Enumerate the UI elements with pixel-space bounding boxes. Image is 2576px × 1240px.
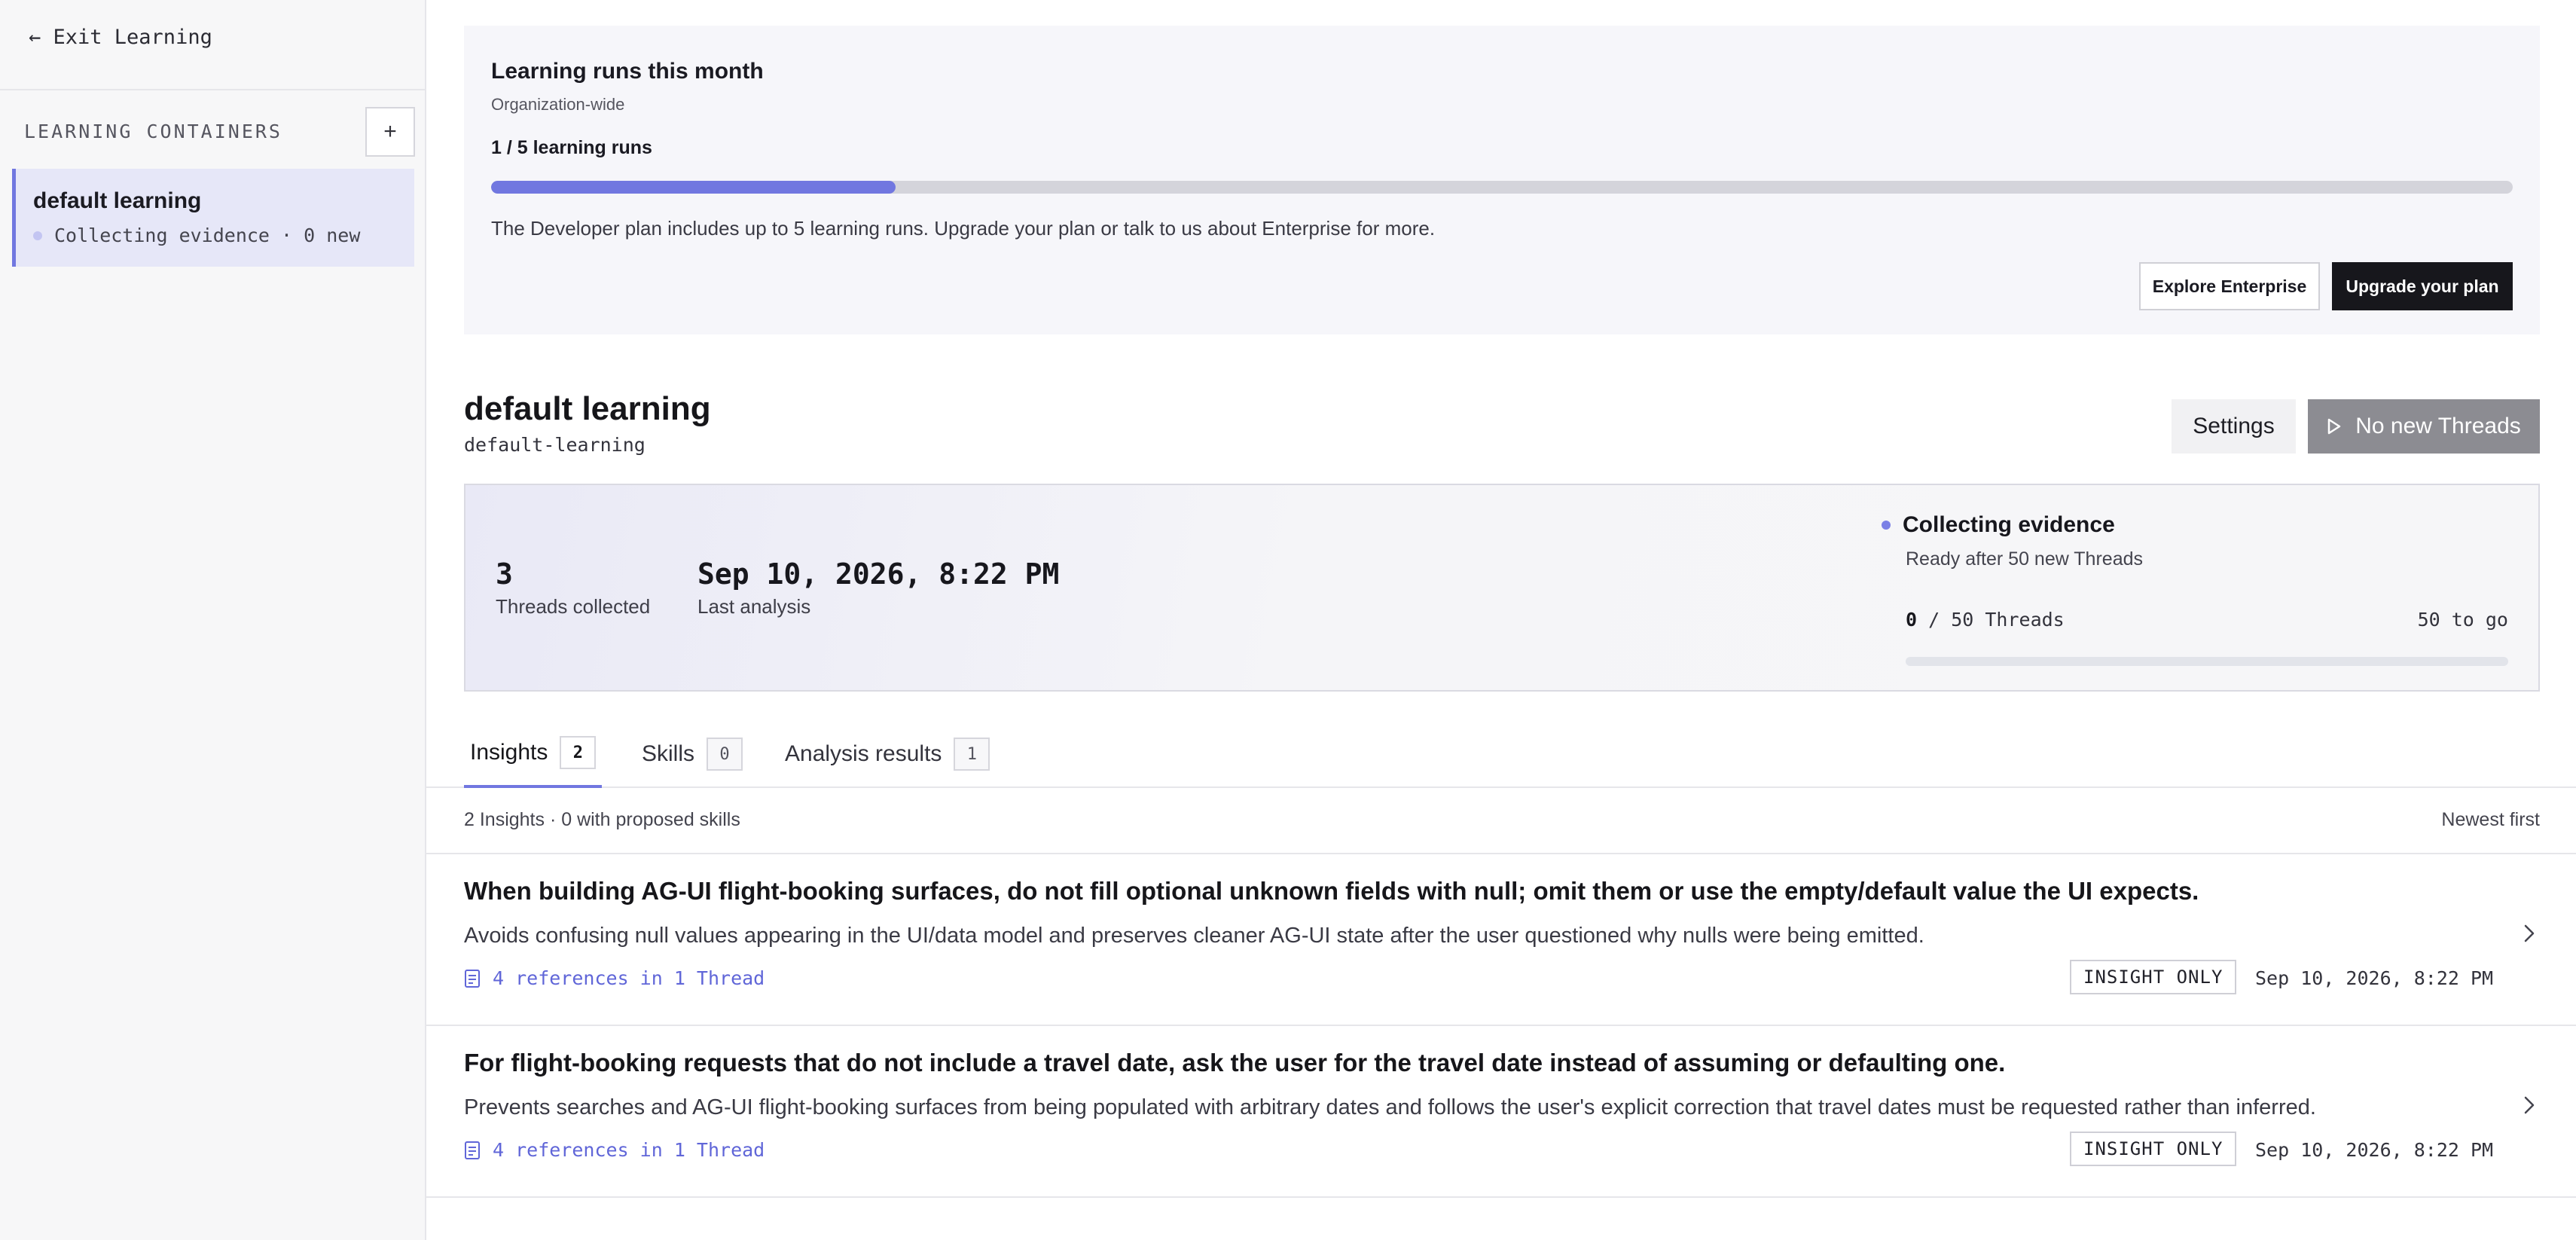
document-icon (465, 1141, 480, 1159)
status-dot-icon (1882, 521, 1891, 530)
run-analysis-label: No new Threads (2355, 414, 2521, 438)
stats-panel: 3 Threads collected Sep 10, 2026, 8:22 P… (464, 484, 2540, 692)
status-dot-icon (33, 231, 42, 240)
learning-runs-progress (491, 181, 2513, 194)
plus-icon: + (383, 119, 397, 144)
sidebar-item-title: default learning (33, 188, 202, 213)
add-container-button[interactable]: + (365, 107, 415, 157)
document-icon (465, 969, 480, 988)
tab-skills-label: Skills (642, 741, 695, 766)
insight-title: When building AG-UI flight-booking surfa… (464, 877, 2199, 905)
insight-references-text: 4 references in 1 Thread (493, 1139, 765, 1161)
settings-button[interactable]: Settings (2172, 399, 2296, 454)
evidence-count: 0 / 50 Threads (1906, 609, 2065, 631)
tab-skills-count: 0 (707, 738, 743, 771)
tabs: Insights 2 Skills 0 Analysis results 1 (426, 720, 2576, 788)
play-icon (2327, 418, 2341, 435)
insight-references-text: 4 references in 1 Thread (493, 967, 765, 989)
container-slug: default-learning (464, 434, 646, 456)
sidebar-item-status: Collecting evidence · 0 new (33, 224, 414, 246)
banner-title: Learning runs this month (491, 59, 764, 84)
learning-runs-progress-fill (491, 181, 896, 194)
threads-collected-label: Threads collected (496, 595, 651, 618)
banner-description: The Developer plan includes up to 5 lear… (491, 217, 1436, 240)
insight-title: For flight-booking requests that do not … (464, 1049, 2006, 1077)
evidence-progress (1906, 657, 2508, 666)
sidebar-item-status-text: Collecting evidence · 0 new (54, 224, 361, 246)
exit-learning-link[interactable]: ← Exit Learning (29, 26, 212, 49)
threads-collected-value: 3 (496, 557, 513, 591)
last-analysis-label: Last analysis (697, 595, 811, 618)
evidence-status-subtitle: Ready after 50 new Threads (1906, 548, 2144, 570)
sidebar: ← Exit Learning LEARNING CONTAINERS + de… (0, 0, 426, 1240)
run-analysis-button[interactable]: No new Threads (2308, 399, 2540, 454)
tab-analysis-results-label: Analysis results (785, 741, 942, 766)
usage-banner: Learning runs this month Organization-wi… (464, 26, 2540, 334)
insight-date: Sep 10, 2026, 8:22 PM (2255, 1139, 2494, 1161)
insight-only-badge: INSIGHT ONLY (2070, 1132, 2237, 1166)
upgrade-plan-button[interactable]: Upgrade your plan (2332, 262, 2513, 310)
insight-references-link[interactable]: 4 references in 1 Thread (464, 967, 765, 989)
sort-dropdown[interactable]: Newest first (2441, 809, 2540, 831)
evidence-status: Collecting evidence (1882, 512, 2115, 538)
last-analysis-value: Sep 10, 2026, 8:22 PM (697, 557, 1060, 591)
evidence-to-go: 50 to go (2417, 609, 2508, 631)
chevron-right-icon (2524, 924, 2535, 942)
insight-description: Avoids confusing null values appearing i… (464, 924, 1924, 948)
tab-insights[interactable]: Insights 2 (464, 720, 603, 788)
insight-references-link[interactable]: 4 references in 1 Thread (464, 1139, 765, 1161)
evidence-total: / 50 Threads (1917, 609, 2065, 631)
tab-insights-count: 2 (560, 736, 597, 769)
explore-enterprise-button[interactable]: Explore Enterprise (2139, 262, 2320, 310)
divider (426, 1196, 2576, 1198)
tab-analysis-results-count: 1 (954, 738, 990, 771)
learning-containers-heading: LEARNING CONTAINERS (24, 121, 282, 142)
tab-insights-label: Insights (470, 740, 548, 765)
insight-date: Sep 10, 2026, 8:22 PM (2255, 967, 2494, 989)
insights-summary: 2 Insights · 0 with proposed skills (464, 809, 740, 830)
insight-description: Prevents searches and AG-UI flight-booki… (464, 1095, 2316, 1119)
banner-subtitle: Organization-wide (491, 95, 625, 114)
tab-skills[interactable]: Skills 0 (642, 720, 743, 788)
sidebar-item-default-learning[interactable]: default learning Collecting evidence · 0… (12, 169, 414, 267)
sidebar-divider (0, 89, 425, 90)
container-title: default learning (464, 390, 711, 427)
tab-analysis-results[interactable]: Analysis results 1 (785, 720, 990, 788)
insight-only-badge: INSIGHT ONLY (2070, 960, 2237, 994)
evidence-status-title: Collecting evidence (1903, 512, 2115, 537)
insight-row[interactable]: When building AG-UI flight-booking surfa… (426, 854, 2576, 1025)
evidence-current: 0 (1906, 609, 1918, 631)
insight-row[interactable]: For flight-booking requests that do not … (426, 1026, 2576, 1196)
chevron-right-icon (2524, 1096, 2535, 1114)
learning-runs-count: 1 / 5 learning runs (491, 137, 652, 158)
